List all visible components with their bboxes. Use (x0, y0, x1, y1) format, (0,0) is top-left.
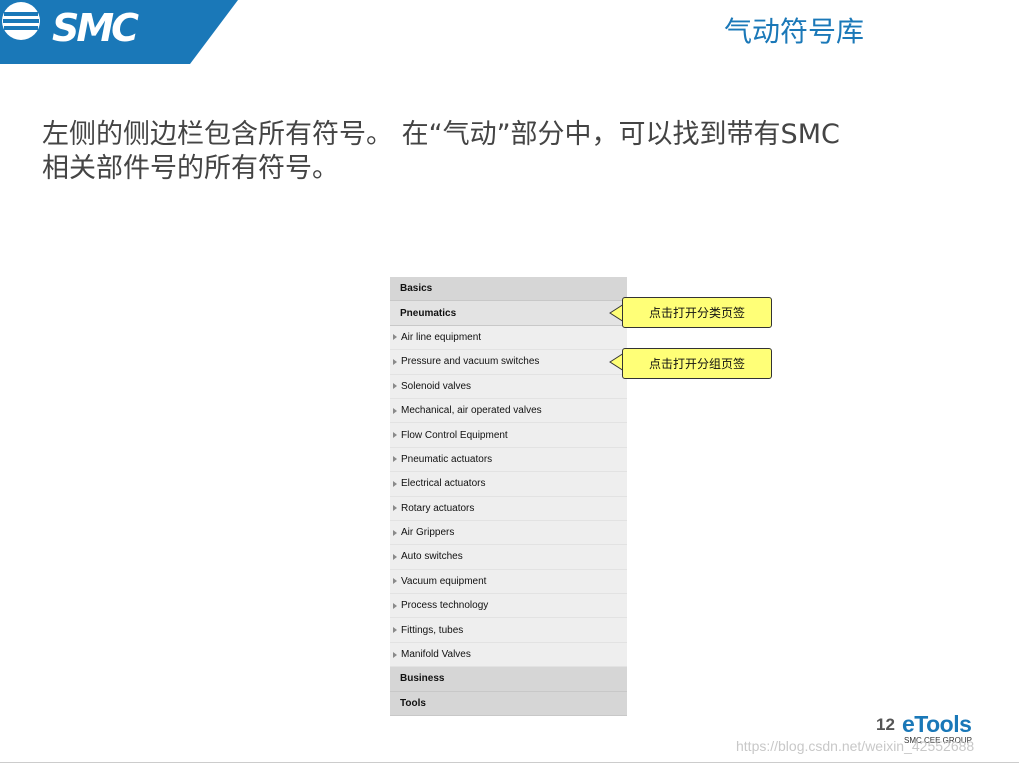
expand-triangle-icon (393, 627, 397, 634)
expand-triangle-icon (393, 578, 397, 585)
sidebar-section-label: Pneumatics (400, 307, 457, 319)
sidebar-item-manifold-valves[interactable]: Manifold Valves (390, 642, 627, 668)
smc-logo-icon (2, 2, 40, 40)
sidebar-item-electrical-actuators[interactable]: Electrical actuators (390, 472, 627, 497)
expand-triangle-icon (393, 480, 397, 487)
expand-triangle-icon (393, 432, 397, 439)
intro-line-1: 左侧的侧边栏包含所有符号。 在“气动”部分中，可以找到带有SMC (42, 119, 840, 150)
etools-logo: eTools (902, 711, 972, 737)
sidebar-item-label: Manifold Valves (401, 649, 471, 661)
sidebar-item-label: Fittings, tubes (401, 624, 464, 636)
sidebar-item-rotary-actuators[interactable]: Rotary actuators (390, 496, 627, 521)
sidebar-item-label: Electrical actuators (401, 478, 486, 490)
sidebar-item-vacuum-equipment[interactable]: Vacuum equipment (390, 569, 627, 595)
sidebar-item-label: Flow Control Equipment (401, 429, 508, 441)
sidebar-item-process-technology[interactable]: Process technology (390, 594, 627, 619)
sidebar-item-label: Air line equipment (401, 331, 482, 343)
sidebar-item-label: Air Grippers (401, 527, 455, 539)
sidebar-section-basics[interactable]: Basics (390, 277, 627, 302)
sidebar-item-label: Mechanical, air operated valves (401, 405, 542, 417)
callout-category-label: 点击打开分类页签 (622, 297, 772, 328)
slide-title: 气动符号库 (723, 15, 864, 48)
expand-triangle-icon (393, 602, 397, 609)
symbol-sidebar: Basics Pneumatics Air line equipment Pre… (390, 277, 627, 717)
watermark-url: https://blog.csdn.net/weixin_42552688 (736, 738, 975, 754)
expand-triangle-icon (393, 358, 397, 365)
sidebar-item-mechanical-air-valves[interactable]: Mechanical, air operated valves (390, 398, 627, 424)
expand-triangle-icon (393, 505, 397, 512)
sidebar-section-pneumatics[interactable]: Pneumatics (390, 301, 627, 326)
sidebar-item-fittings-tubes[interactable]: Fittings, tubes (390, 618, 627, 643)
expand-triangle-icon (393, 383, 397, 390)
expand-triangle-icon (393, 407, 397, 414)
expand-triangle-icon (393, 529, 397, 536)
sidebar-item-pneumatic-actuators[interactable]: Pneumatic actuators (390, 447, 627, 473)
expand-triangle-icon (393, 334, 397, 341)
sidebar-section-business[interactable]: Business (390, 667, 627, 692)
sidebar-item-pressure-vacuum-switches[interactable]: Pressure and vacuum switches (390, 350, 627, 375)
sidebar-section-tools[interactable]: Tools (390, 691, 627, 717)
callout-group-label: 点击打开分组页签 (622, 348, 772, 379)
footer-divider (0, 762, 1019, 763)
sidebar-item-label: Solenoid valves (401, 380, 472, 392)
expand-triangle-icon (393, 553, 397, 560)
sidebar-item-label: Auto switches (401, 551, 463, 563)
intro-text: 左侧的侧边栏包含所有符号。 在“气动”部分中，可以找到带有SMC 相关部件号的所… (42, 118, 962, 186)
sidebar-item-air-line-equipment[interactable]: Air line equipment (390, 325, 627, 351)
sidebar-section-label: Business (400, 673, 445, 685)
sidebar-item-label: Vacuum equipment (401, 575, 487, 587)
sidebar-section-label: Basics (400, 283, 433, 295)
sidebar-item-flow-control[interactable]: Flow Control Equipment (390, 423, 627, 448)
sidebar-item-air-grippers[interactable]: Air Grippers (390, 520, 627, 546)
expand-triangle-icon (393, 456, 397, 463)
sidebar-item-label: Pressure and vacuum switches (401, 356, 540, 368)
page-number: 12 (876, 715, 895, 734)
sidebar-item-label: Process technology (401, 600, 489, 612)
logo-band: SMC (0, 0, 240, 64)
smc-logo-text: SMC (52, 6, 139, 50)
expand-triangle-icon (393, 651, 397, 658)
sidebar-item-label: Rotary actuators (401, 502, 475, 514)
sidebar-item-label: Pneumatic actuators (401, 453, 493, 465)
sidebar-item-solenoid-valves[interactable]: Solenoid valves (390, 374, 627, 399)
intro-line-2: 相关部件号的所有符号。 (42, 153, 339, 184)
sidebar-item-auto-switches[interactable]: Auto switches (390, 545, 627, 570)
sidebar-section-label: Tools (400, 697, 426, 709)
